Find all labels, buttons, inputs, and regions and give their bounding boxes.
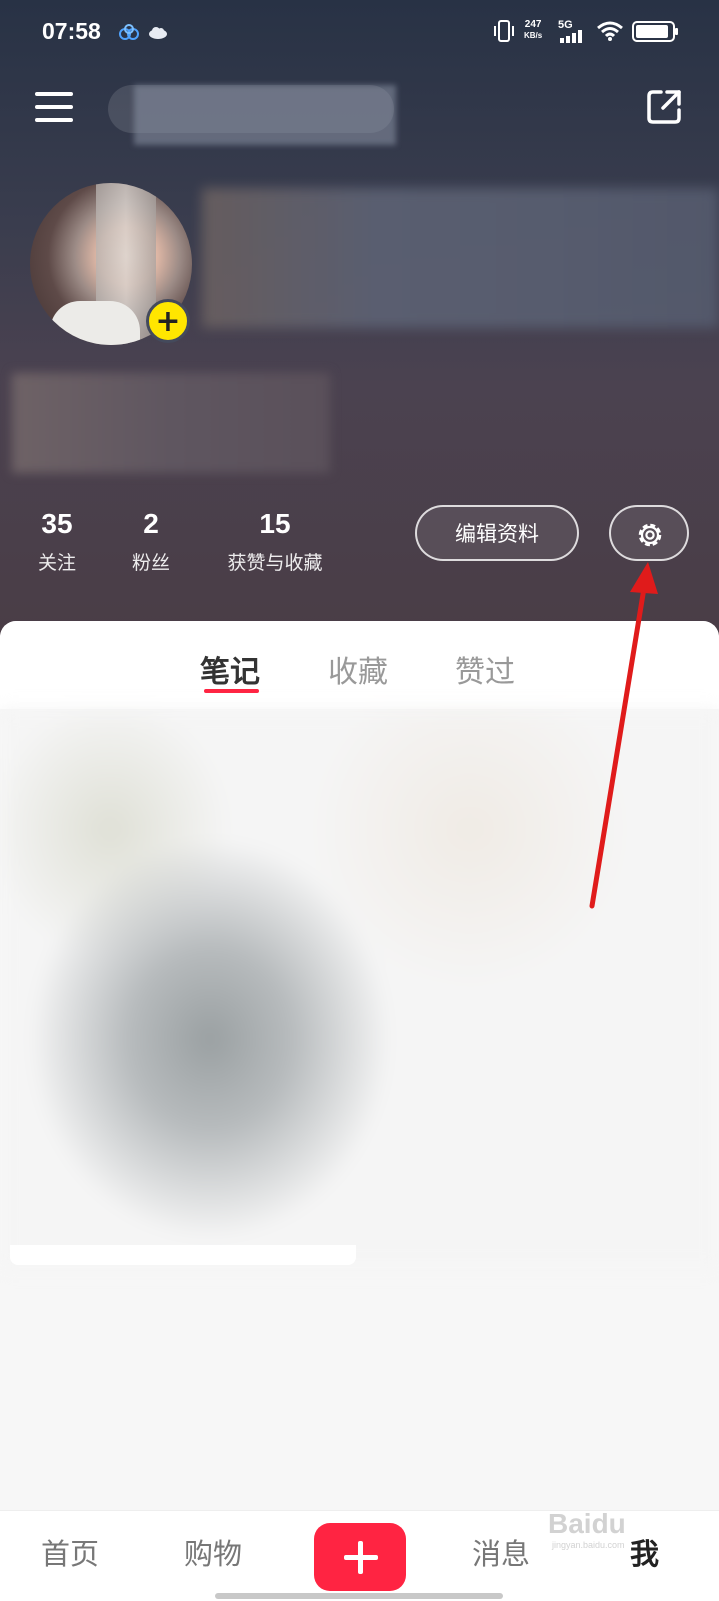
status-bar: 07:58 247 KB/s 5G	[0, 0, 719, 60]
nav-shopping[interactable]: 购物	[184, 1531, 242, 1573]
vibrate-icon	[494, 20, 514, 42]
status-time: 07:58	[42, 18, 101, 44]
wifi-icon	[597, 21, 623, 41]
blurred-username	[134, 85, 396, 145]
tab-notes[interactable]: 笔记	[200, 647, 260, 691]
stat-following[interactable]: 35 关注	[32, 508, 82, 575]
blurred-note-card[interactable]	[0, 709, 719, 1269]
settings-gear-icon	[638, 523, 662, 547]
blurred-bio	[12, 373, 330, 473]
settings-button[interactable]	[609, 505, 689, 561]
menu-icon[interactable]	[35, 92, 73, 122]
stat-likes-collects[interactable]: 15 获赞与收藏	[218, 508, 332, 575]
home-indicator	[215, 1593, 503, 1599]
nav-messages[interactable]: 消息	[472, 1531, 530, 1573]
add-avatar-button[interactable]: +	[146, 299, 190, 343]
net-speed: 247 KB/s	[524, 19, 543, 40]
tab-liked[interactable]: 赞过	[455, 647, 515, 691]
publish-button[interactable]	[314, 1523, 406, 1591]
share-icon[interactable]	[645, 88, 683, 126]
nav-home[interactable]: 首页	[41, 1531, 99, 1573]
nav-me[interactable]: 我	[630, 1531, 659, 1573]
cloud-icon	[149, 27, 167, 39]
profile-tabs: 笔记 收藏 赞过	[0, 621, 719, 709]
notes-content: 笔记 收藏 赞过	[0, 621, 719, 1511]
signal-icon	[560, 30, 582, 43]
stat-followers[interactable]: 2 粉丝	[126, 508, 176, 575]
note-card-footer	[10, 1245, 356, 1265]
edit-profile-button[interactable]: 编辑资料	[415, 505, 579, 561]
active-tab-indicator	[204, 689, 259, 693]
watermark: Baidu jingyan.baidu.com	[548, 1508, 626, 1550]
app-notification-icon	[119, 24, 139, 40]
profile-header: 07:58 247 KB/s 5G + 35 关注 2 粉丝 15 获赞与收藏 …	[0, 0, 719, 640]
tab-collections[interactable]: 收藏	[328, 647, 388, 691]
blurred-profile-info	[202, 188, 719, 328]
battery-icon	[632, 21, 678, 42]
